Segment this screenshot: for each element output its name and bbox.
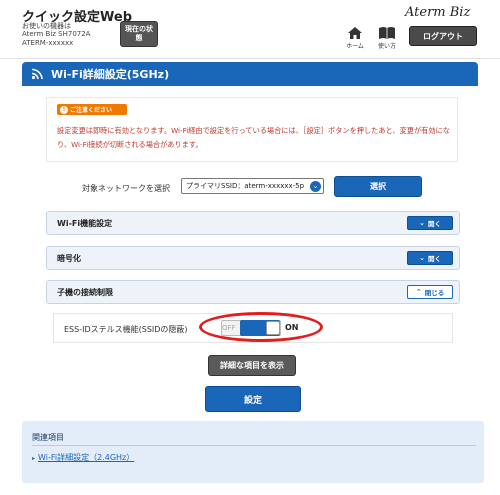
related-link-wifi-24ghz[interactable]: ▸ Wi-Fi詳細設定（2.4GHz）	[32, 452, 134, 463]
notice-badge: ! ご注意ください	[57, 104, 127, 115]
related-link-label: Wi-Fi詳細設定（2.4GHz）	[38, 453, 135, 462]
page-title: Wi-Fi詳細設定(5GHz)	[51, 68, 170, 81]
notice-badge-label: ご注意ください	[70, 107, 113, 114]
current-status-button[interactable]: 現在の状態	[120, 21, 158, 47]
section-wifi-function-title: Wi-Fi機能設定	[57, 219, 113, 228]
home-nav-button[interactable]: ホーム	[340, 26, 370, 52]
section-wifi-function: Wi-Fi機能設定 ⌄ 開く	[46, 211, 460, 235]
section-wifi-function-toggle-label: 開く	[427, 220, 441, 228]
show-detail-button[interactable]: 詳細な項目を表示	[208, 355, 296, 376]
related-panel: 関連項目 ▸ Wi-Fi詳細設定（2.4GHz）	[22, 421, 484, 483]
caret-right-icon: ▸	[32, 455, 36, 462]
highlight-annotation	[199, 312, 323, 342]
notice-box: ! ご注意ください 設定変更は即時に有効となります。Wi-Fi経由で設定を行って…	[46, 97, 458, 162]
section-encryption-toggle[interactable]: ⌄ 開く	[407, 251, 453, 265]
network-select-value: プライマリSSID：aterm-xxxxxx-5p	[186, 182, 305, 190]
chevron-down-icon: ⌄	[419, 254, 425, 262]
logout-button[interactable]: ログアウト	[409, 26, 477, 46]
device-id: ATERM-xxxxxx	[22, 39, 74, 47]
network-select[interactable]: プライマリSSID：aterm-xxxxxx-5p ⌄	[181, 178, 324, 194]
page-title-bar: Wi-Fi詳細設定(5GHz)	[22, 62, 478, 86]
apply-button[interactable]: 設定	[205, 386, 301, 412]
section-client-restriction-title: 子機の接続制限	[57, 288, 113, 297]
device-model: Aterm Biz SH7072A	[22, 30, 91, 38]
exclamation-icon: !	[60, 105, 68, 114]
stealth-label: ESS-IDステルス機能(SSIDの隠蔽)	[64, 325, 188, 334]
related-title: 関連項目	[32, 433, 64, 442]
header-divider	[0, 58, 500, 59]
section-encryption-toggle-label: 開く	[427, 255, 441, 263]
section-encryption-title: 暗号化	[57, 254, 81, 263]
notice-text: 設定変更は即時に有効となります。Wi-Fi経由で設定を行っている場合には、［設定…	[57, 126, 450, 149]
wifi-icon	[31, 68, 43, 80]
section-encryption: 暗号化 ⌄ 開く	[46, 246, 460, 270]
related-divider	[32, 445, 476, 446]
network-select-label: 対象ネットワークを選択	[82, 184, 170, 193]
home-icon	[348, 27, 362, 39]
book-icon	[379, 27, 395, 39]
header: クイック設定Web お使いの機器は Aterm Biz SH7072A ATER…	[0, 0, 500, 58]
chevron-down-icon: ⌄	[310, 181, 321, 192]
guide-nav-button[interactable]: 使い方	[372, 26, 402, 52]
network-select-button[interactable]: 選択	[334, 176, 422, 197]
chevron-down-icon: ⌄	[419, 219, 425, 227]
guide-label: 使い方	[377, 43, 396, 50]
aterm-logo: Aterm Biz	[405, 5, 471, 20]
section-wifi-function-toggle[interactable]: ⌄ 開く	[407, 216, 453, 230]
section-client-restriction: 子機の接続制限 ⌃ 閉じる	[46, 280, 460, 304]
chevron-up-icon: ⌃	[415, 288, 422, 296]
section-client-restriction-toggle-label: 閉じる	[424, 289, 445, 297]
home-label: ホーム	[346, 43, 364, 50]
section-client-restriction-toggle[interactable]: ⌃ 閉じる	[407, 285, 453, 299]
